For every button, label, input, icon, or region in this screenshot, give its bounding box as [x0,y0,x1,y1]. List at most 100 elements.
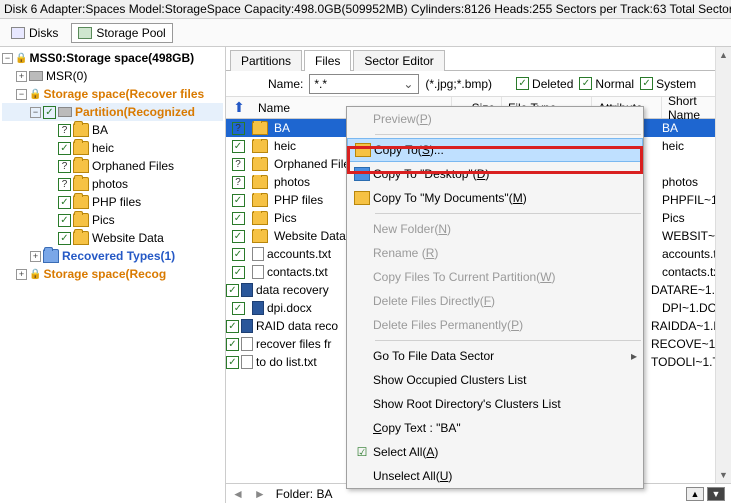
storage-pool-button[interactable]: Storage Pool [71,23,172,43]
tree-item[interactable]: ? BA [2,121,223,139]
checkbox[interactable]: ✓ [226,284,239,297]
normal-check[interactable]: ✓Normal [579,77,634,91]
checkbox[interactable]: ? [58,124,71,137]
checkbox[interactable]: ✓ [58,214,71,227]
folder-icon [73,123,89,137]
tab-sector-editor[interactable]: Sector Editor [353,50,444,71]
tree-item-label: heic [92,141,114,155]
checkbox[interactable]: ✓ [226,338,239,351]
submenu-arrow-icon: ▸ [631,349,637,363]
file-icon [241,355,253,369]
checkbox[interactable]: ✓ [226,320,239,333]
checkbox[interactable]: ? [232,122,245,135]
tree-item[interactable]: ✓Pics [2,211,223,229]
sort-desc-button[interactable]: ▼ [707,487,725,501]
tree-item[interactable]: ✓ Website Data [2,229,223,247]
tree-item[interactable]: ✓ heic [2,139,223,157]
menu-unselect-all[interactable]: Unselect All(U) [347,464,643,488]
menu-goto-sector[interactable]: Go To File Data Sector▸ [347,344,643,368]
disk-status-bar: Disk 6 Adapter:Spaces Model:StorageSpace… [0,0,731,19]
folder-icon [73,177,89,191]
disks-label: Disks [29,26,58,40]
file-icon [241,283,253,297]
checkbox[interactable]: ✓ [58,232,71,245]
tree-item-label: Website Data [92,231,164,245]
system-check[interactable]: ✓System [640,77,696,91]
checkbox[interactable]: ✓ [232,248,245,261]
file-icon [241,319,253,333]
menu-copy-to[interactable]: Copy To(S)... [347,138,643,162]
checkbox[interactable]: ✓ [58,142,71,155]
deleted-check[interactable]: ✓Deleted [516,77,573,91]
filter-hint: (*.jpg;*.bmp) [425,77,492,91]
context-menu: Preview(P) Copy To(S)... Copy To "Deskto… [346,106,644,489]
pool-icon [78,27,92,39]
menu-copy-documents[interactable]: Copy To "My Documents"(M) [347,186,643,210]
checkbox[interactable]: ✓ [232,194,245,207]
name-label: Name: [268,77,303,91]
checkbox[interactable]: ✓ [43,106,56,119]
checkbox[interactable]: ✓ [232,302,245,315]
file-name: photos [274,175,310,189]
bottom-folder-label: Folder: BA [276,487,333,501]
tab-files[interactable]: Files [304,50,351,71]
folder-icon [252,139,268,153]
checkbox[interactable]: ? [58,160,71,173]
tab-bar: Partitions Files Sector Editor [226,47,731,71]
sort-asc-button[interactable]: ▲ [686,487,704,501]
tree-msr-label: MSR(0) [46,69,87,83]
next-icon[interactable]: ► [254,487,266,501]
file-name: recover files fr [256,337,331,351]
tree-item[interactable]: ?Orphaned Files [2,157,223,175]
checkbox[interactable]: ✓ [58,196,71,209]
folder-icon [252,193,268,207]
disks-icon [11,27,25,39]
menu-copy-text[interactable]: Copy Text : "BA" [347,416,643,440]
checkbox[interactable]: ✓ [232,266,245,279]
menu-copy-current: Copy Files To Current Partition(W) [347,265,643,289]
menu-copy-desktop[interactable]: Copy To "Desktop"(D) [347,162,643,186]
up-button[interactable]: ⬆ [226,99,252,116]
tree-recover[interactable]: −🔒Storage space(Recover files [2,85,223,103]
tree-item-label: BA [92,123,108,137]
checkbox[interactable]: ? [232,158,245,171]
toolbar: Disks Storage Pool [0,19,731,47]
menu-select-all[interactable]: ☑Select All(A) [347,440,643,464]
checkbox[interactable]: ? [232,176,245,189]
tab-partitions[interactable]: Partitions [230,50,302,71]
folder-icon [73,213,89,227]
tree-partition[interactable]: −✓Partition(Recognized [2,103,223,121]
scroll-down-icon[interactable]: ▼ [716,467,731,483]
tree-item[interactable]: ?photos [2,175,223,193]
folder-icon [354,191,370,205]
disks-button[interactable]: Disks [4,23,65,43]
name-filter-combo[interactable]: *.*⌄ [309,74,419,94]
sort-buttons: ▲ ▼ [686,487,725,501]
checkbox[interactable]: ✓ [232,230,245,243]
checkbox[interactable]: ✓ [226,356,239,369]
file-name: Pics [274,211,297,225]
menu-delete-permanently: Delete Files Permanently(P) [347,313,643,337]
menu-show-occupied[interactable]: Show Occupied Clusters List [347,368,643,392]
partition-icon [58,107,72,117]
checkbox[interactable]: ? [58,178,71,191]
folder-icon [355,143,371,157]
prev-icon[interactable]: ◄ [232,487,244,501]
file-icon [241,337,253,351]
tree-msr[interactable]: +MSR(0) [2,67,223,85]
partition-icon [29,71,43,81]
tree-root[interactable]: −🔒MSS0:Storage space(498GB) [2,49,223,67]
scroll-up-icon[interactable]: ▲ [716,47,731,63]
tree-recog[interactable]: +🔒Storage space(Recog [2,265,223,283]
file-list-scrollbar[interactable]: ▲ ▼ [715,47,731,483]
file-icon [252,301,264,315]
menu-show-root[interactable]: Show Root Directory's Clusters List [347,392,643,416]
folder-icon [73,159,89,173]
lock-icon: 🔒 [29,89,41,100]
tree-item[interactable]: ✓PHP files [2,193,223,211]
menu-rename: Rename (R) [347,241,643,265]
checkbox[interactable]: ✓ [232,140,245,153]
tree-recovered-types[interactable]: +Recovered Types(1) [2,247,223,265]
folder-icon [252,229,268,243]
checkbox[interactable]: ✓ [232,212,245,225]
